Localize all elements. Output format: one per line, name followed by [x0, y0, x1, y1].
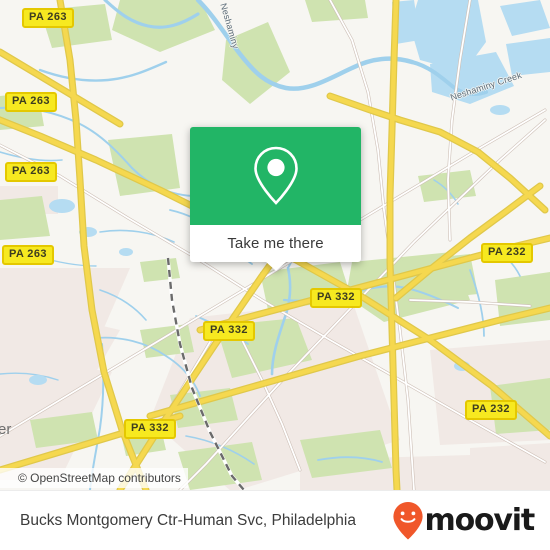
callout-pin-panel — [190, 127, 361, 225]
moovit-smiley-pin-icon — [392, 502, 423, 540]
map-pin-icon — [253, 146, 298, 205]
place-label: er — [0, 421, 12, 438]
map-screenshot-root: PA 263 PA 263 PA 263 PA 263 PA 332 PA 33… — [0, 0, 550, 550]
road-shield: PA 263 — [5, 92, 57, 112]
road-shield: PA 232 — [481, 243, 533, 263]
road-shield: PA 332 — [310, 288, 362, 308]
road-shield: PA 263 — [22, 8, 74, 28]
callout-tail — [264, 261, 287, 271]
location-callout-card[interactable]: Take me there — [190, 127, 361, 271]
road-shield: PA 263 — [2, 245, 54, 265]
moovit-wordmark: moovit — [424, 503, 536, 538]
page-title: Bucks Montgomery Ctr-Human Svc, Philadel… — [20, 512, 356, 529]
take-me-there-label: Take me there — [227, 235, 324, 252]
moovit-logo[interactable]: moovit — [392, 501, 536, 541]
callout-action-panel[interactable]: Take me there — [190, 225, 361, 271]
footer-bar: Bucks Montgomery Ctr-Human Svc, Philadel… — [0, 490, 550, 550]
road-shield: PA 232 — [465, 400, 517, 420]
road-shield: PA 263 — [5, 162, 57, 182]
road-shield: PA 332 — [203, 321, 255, 341]
map-canvas[interactable]: PA 263 PA 263 PA 263 PA 263 PA 332 PA 33… — [0, 0, 550, 490]
road-shield: PA 332 — [124, 419, 176, 439]
osm-attribution[interactable]: © OpenStreetMap contributors — [0, 468, 188, 488]
